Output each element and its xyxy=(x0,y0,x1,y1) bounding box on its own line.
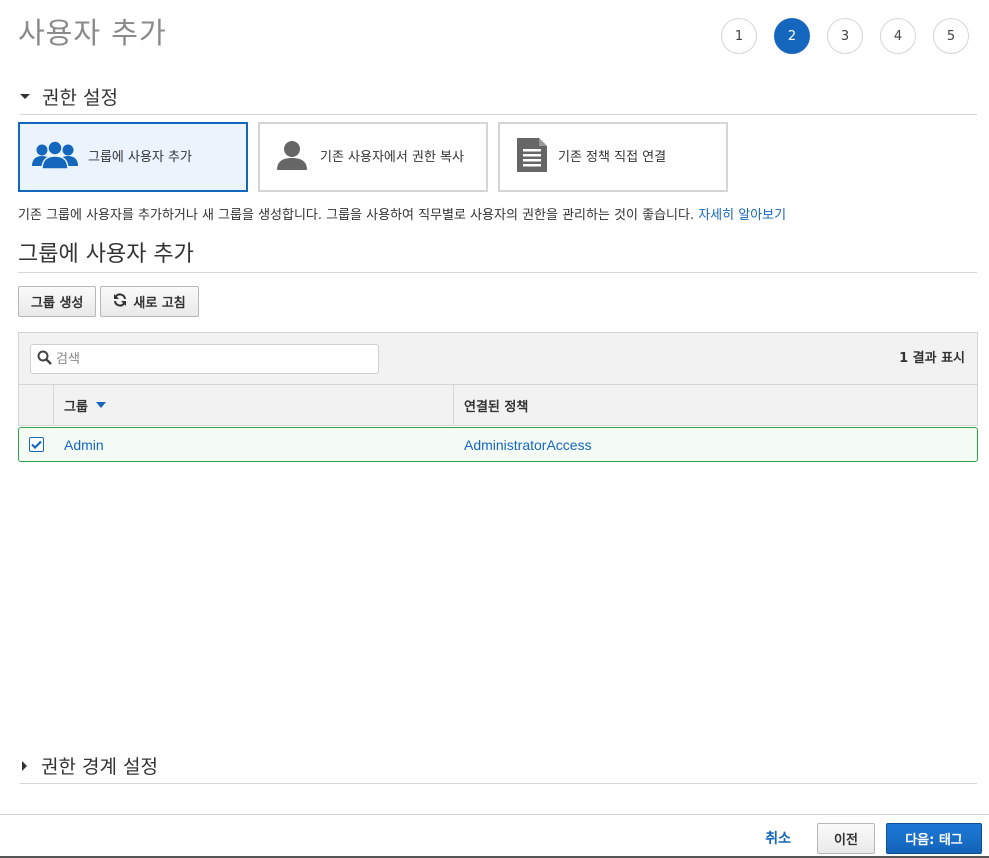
search-input[interactable] xyxy=(56,351,356,367)
sort-desc-icon xyxy=(95,402,106,408)
policy-cell: AdministratorAccess xyxy=(454,428,977,461)
permissions-description: 기존 그룹에 사용자를 추가하거나 새 그룹을 생성합니다. 그룹을 사용하여 … xyxy=(18,204,786,223)
caret-down-icon xyxy=(20,94,30,99)
option-label: 기존 정책 직접 연결 xyxy=(558,149,667,165)
search-icon xyxy=(37,350,52,369)
step-2[interactable]: 2 xyxy=(774,18,810,54)
permissions-section-header[interactable]: 권한 설정 xyxy=(20,83,977,115)
group-column-label: 그룹 xyxy=(64,399,88,415)
option-copy-permissions[interactable]: 기존 사용자에서 권한 복사 xyxy=(258,122,488,192)
step-4[interactable]: 4 xyxy=(880,18,916,54)
policy-column-header[interactable]: 연결된 정책 xyxy=(454,385,977,425)
description-text: 기존 그룹에 사용자를 추가하거나 새 그룹을 생성합니다. 그룹을 사용하여 … xyxy=(18,208,695,223)
page-title: 사용자 추가 xyxy=(18,16,167,50)
policy-link[interactable]: AdministratorAccess xyxy=(464,437,592,453)
group-column-header[interactable]: 그룹 xyxy=(54,385,454,425)
select-column-header xyxy=(19,385,54,425)
step-5[interactable]: 5 xyxy=(933,18,969,54)
users-group-icon xyxy=(32,139,78,175)
next-button[interactable]: 다음: 태그 xyxy=(886,823,982,854)
table-toolbar: 1 결과 표시 xyxy=(18,332,978,384)
permission-options: 그룹에 사용자 추가 기존 사용자에서 권한 복사 기존 정책 직접 연결 xyxy=(18,122,728,192)
previous-label: 이전 xyxy=(834,833,858,848)
permissions-heading: 권한 설정 xyxy=(42,87,118,109)
user-icon xyxy=(274,140,310,174)
checkmark-icon xyxy=(31,440,42,449)
cancel-link[interactable]: 취소 xyxy=(765,828,791,848)
group-section-heading: 그룹에 사용자 추가 xyxy=(18,236,977,273)
learn-more-link[interactable]: 자세히 알아보기 xyxy=(698,208,786,223)
option-label: 기존 사용자에서 권한 복사 xyxy=(320,149,464,165)
option-attach-policies[interactable]: 기존 정책 직접 연결 xyxy=(498,122,728,192)
create-group-button[interactable]: 그룹 생성 xyxy=(18,286,97,317)
group-link[interactable]: Admin xyxy=(64,437,104,453)
table-header: 그룹 연결된 정책 xyxy=(18,384,978,426)
policy-column-label: 연결된 정책 xyxy=(464,399,529,415)
refresh-label: 새로 고침 xyxy=(133,296,186,311)
option-add-to-group[interactable]: 그룹에 사용자 추가 xyxy=(18,122,248,192)
step-1[interactable]: 1 xyxy=(721,18,757,54)
next-label: 다음: 태그 xyxy=(905,833,963,848)
option-label: 그룹에 사용자 추가 xyxy=(88,149,192,165)
create-group-label: 그룹 생성 xyxy=(31,296,84,311)
row-checkbox[interactable] xyxy=(29,437,44,452)
boundary-heading: 권한 경계 설정 xyxy=(41,756,158,778)
refresh-button[interactable]: 새로 고침 xyxy=(100,286,199,317)
boundary-section-header[interactable]: 권한 경계 설정 xyxy=(20,752,977,784)
step-3[interactable]: 3 xyxy=(827,18,863,54)
wizard-footer: 취소 이전 다음: 태그 xyxy=(0,814,989,858)
result-count: 1 결과 표시 xyxy=(899,351,965,366)
table-row[interactable]: Admin AdministratorAccess xyxy=(18,427,978,462)
row-select-cell xyxy=(19,428,54,461)
document-icon xyxy=(514,137,548,177)
caret-right-icon xyxy=(22,760,27,771)
group-toolbar: 그룹 생성 새로 고침 xyxy=(18,286,199,317)
step-indicator: 1 2 3 4 5 xyxy=(721,18,969,54)
previous-button[interactable]: 이전 xyxy=(817,823,875,854)
group-cell: Admin xyxy=(54,428,454,461)
search-box[interactable] xyxy=(30,344,379,374)
refresh-icon xyxy=(113,292,127,311)
groups-table: 1 결과 표시 그룹 연결된 정책 Admin AdministratorAcc… xyxy=(18,332,978,462)
